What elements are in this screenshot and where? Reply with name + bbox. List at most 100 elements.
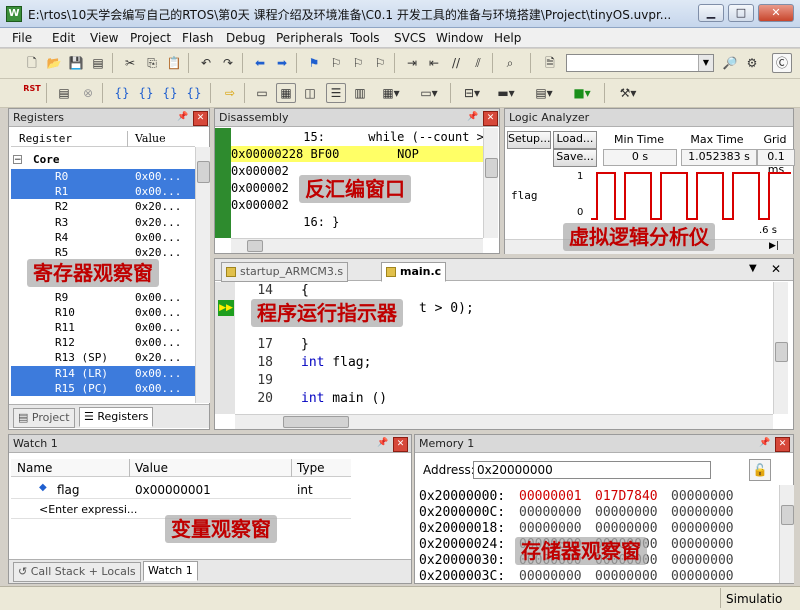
register-value[interactable]: 0x00... bbox=[135, 381, 181, 396]
setup-button[interactable]: Setup... bbox=[507, 131, 551, 149]
register-value[interactable]: 0x00... bbox=[135, 320, 181, 335]
step-over-icon[interactable]: {} bbox=[136, 83, 156, 103]
bookmark-next-icon[interactable]: ⚐ bbox=[348, 53, 368, 73]
memory-window-icon[interactable]: ▭▾ bbox=[412, 83, 446, 103]
watch-var-value[interactable]: 0x00000001 bbox=[135, 483, 211, 497]
source-line[interactable]: 18 int flag; bbox=[239, 355, 759, 371]
stop-icon[interactable]: ⊗ bbox=[78, 83, 98, 103]
register-value[interactable]: 0x20... bbox=[135, 215, 181, 230]
register-value[interactable]: 0x20... bbox=[135, 199, 181, 214]
register-value[interactable]: 0x00... bbox=[135, 230, 181, 245]
find-combo[interactable]: ▼ bbox=[566, 54, 714, 72]
register-value[interactable]: 0x00... bbox=[135, 290, 181, 305]
menu-svcs[interactable]: SVCS bbox=[394, 31, 426, 45]
menu-file[interactable]: File bbox=[12, 31, 32, 45]
tab-call-stack[interactable]: ↺ Call Stack + Locals bbox=[13, 562, 141, 582]
symbols-window-icon[interactable]: ◫ bbox=[300, 83, 320, 103]
register-row[interactable]: R12 0x00... bbox=[11, 335, 201, 350]
load-button[interactable]: Load... bbox=[553, 131, 597, 149]
find-in-files-icon[interactable]: ⌕ bbox=[500, 53, 520, 73]
register-row[interactable]: R3 0x20... bbox=[11, 215, 201, 230]
register-row[interactable]: R1 0x00... bbox=[11, 184, 201, 200]
step-into-icon[interactable]: {} bbox=[112, 83, 132, 103]
paste-icon[interactable]: 📋 bbox=[164, 53, 184, 73]
register-row[interactable]: R15 (PC) 0x00... bbox=[11, 380, 201, 396]
save-icon[interactable]: 💾 bbox=[66, 53, 86, 73]
save-all-icon[interactable]: ▤ bbox=[88, 53, 108, 73]
indent-icon[interactable]: ⇥ bbox=[402, 53, 422, 73]
menu-flash[interactable]: Flash bbox=[182, 31, 213, 45]
reset-icon[interactable]: RST bbox=[20, 83, 44, 103]
menu-help[interactable]: Help bbox=[494, 31, 521, 45]
col-value[interactable]: Value bbox=[135, 461, 168, 475]
bookmark-icon[interactable]: ⚑ bbox=[304, 53, 324, 73]
close-tab-icon[interactable]: ✕ bbox=[771, 262, 781, 276]
pin-icon[interactable]: 📌 bbox=[177, 111, 189, 123]
source-line[interactable]: 20 int main () bbox=[239, 391, 759, 407]
register-value[interactable]: 0x00... bbox=[135, 184, 181, 199]
register-row[interactable]: R13 (SP) 0x20... bbox=[11, 350, 201, 365]
menu-peripherals[interactable]: Peripherals bbox=[276, 31, 343, 45]
minimize-button[interactable]: ▁ bbox=[698, 4, 724, 22]
register-value[interactable]: 0x00... bbox=[135, 335, 181, 350]
memory-scrollbar[interactable] bbox=[779, 485, 794, 583]
comment-icon[interactable]: // bbox=[446, 53, 466, 73]
step-out-icon[interactable]: {} bbox=[160, 83, 180, 103]
disassembly-line[interactable]: 15: while (--count > 0 bbox=[231, 129, 483, 145]
registers-window-icon[interactable]: ☰ bbox=[326, 83, 346, 103]
menu-tools[interactable]: Tools bbox=[350, 31, 380, 45]
menu-window[interactable]: Window bbox=[436, 31, 483, 45]
address-input[interactable]: 0x20000000 bbox=[473, 461, 711, 479]
pin-icon[interactable]: 📌 bbox=[467, 111, 479, 123]
trace-window-icon[interactable]: ▤▾ bbox=[528, 83, 560, 103]
close-icon[interactable]: ✕ bbox=[393, 437, 408, 452]
pin-icon[interactable]: 📌 bbox=[377, 437, 389, 449]
disassembly-window-icon[interactable]: ▦ bbox=[276, 83, 296, 103]
debug-settings-icon[interactable]: ⚙ bbox=[742, 53, 762, 73]
nav-forward-icon[interactable]: ➡ bbox=[272, 53, 292, 73]
close-icon[interactable]: ✕ bbox=[193, 111, 208, 126]
command-window-icon[interactable]: ▭ bbox=[252, 83, 272, 103]
incremental-find-icon[interactable]: 🔎 bbox=[720, 53, 740, 73]
nav-back-icon[interactable]: ⬅ bbox=[250, 53, 270, 73]
signal-name[interactable]: flag bbox=[511, 189, 538, 202]
disassembly-line[interactable]: 0x00000228 BF00 NOP bbox=[231, 146, 483, 162]
run-to-cursor-icon[interactable]: {} bbox=[184, 83, 204, 103]
source-line[interactable]: 17} bbox=[239, 337, 759, 353]
bookmark-prev-icon[interactable]: ⚐ bbox=[326, 53, 346, 73]
find-icon[interactable]: 🗎 bbox=[540, 53, 560, 73]
watch-row[interactable]: ◆ flag 0x00000001 int bbox=[11, 481, 351, 499]
tab-startup-armcm3[interactable]: startup_ARMCM3.s bbox=[221, 262, 349, 282]
copy-icon[interactable]: ⎘ bbox=[142, 53, 162, 73]
maximize-button[interactable]: □ bbox=[728, 4, 754, 22]
editor-hscrollbar[interactable] bbox=[235, 414, 773, 429]
registers-scrollbar[interactable] bbox=[195, 147, 210, 403]
system-viewer-icon[interactable]: ■▾ bbox=[566, 83, 598, 103]
save-button[interactable]: Save... bbox=[553, 149, 597, 167]
close-icon[interactable]: ✕ bbox=[775, 437, 790, 452]
close-icon[interactable]: ✕ bbox=[483, 111, 498, 126]
show-next-statement-icon[interactable]: ⇨ bbox=[220, 83, 240, 103]
undo-icon[interactable]: ↶ bbox=[196, 53, 216, 73]
toolbox-icon[interactable]: ⚒▾ bbox=[612, 83, 644, 103]
menu-debug[interactable]: Debug bbox=[226, 31, 265, 45]
register-row[interactable]: R2 0x20... bbox=[11, 199, 201, 214]
disassembly-line[interactable]: 16: } bbox=[231, 214, 483, 230]
register-row[interactable]: R5 0x20... bbox=[11, 245, 201, 260]
pin-icon[interactable]: 📌 bbox=[759, 437, 771, 449]
watch-window-icon[interactable]: ▦▾ bbox=[374, 83, 408, 103]
editor-scrollbar[interactable] bbox=[773, 282, 788, 414]
register-row[interactable]: R0 0x00... bbox=[11, 169, 201, 184]
menu-edit[interactable]: Edit bbox=[52, 31, 75, 45]
enter-expression-field[interactable]: <Enter expressi... bbox=[39, 503, 137, 516]
menu-view[interactable]: View bbox=[90, 31, 118, 45]
tab-list-icon[interactable]: ▼ bbox=[749, 263, 757, 274]
tab-project[interactable]: ▤ Project bbox=[13, 408, 75, 428]
col-value[interactable]: Value bbox=[135, 132, 166, 145]
disassembly-scrollbar[interactable] bbox=[483, 128, 498, 238]
run-icon[interactable]: ▤ bbox=[54, 83, 74, 103]
tab-registers[interactable]: ☰ Registers bbox=[79, 407, 154, 427]
register-row[interactable]: R4 0x00... bbox=[11, 230, 201, 245]
chevron-down-icon[interactable]: ▼ bbox=[698, 55, 713, 71]
tab-watch-1[interactable]: Watch 1 bbox=[143, 561, 198, 581]
